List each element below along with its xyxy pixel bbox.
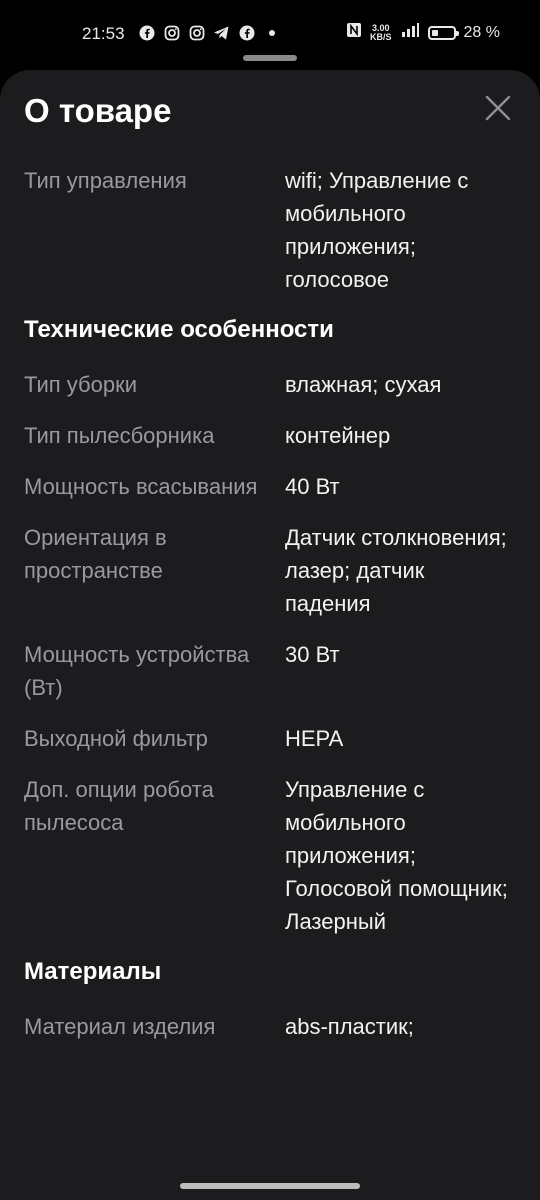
section-title: Материалы (24, 958, 162, 985)
net-speed-unit: KB/S (370, 31, 392, 42)
home-indicator[interactable] (180, 1183, 360, 1189)
attribute-row: Тип пылесборника контейнер (24, 419, 516, 452)
attribute-label: Ориентация в пространстве (24, 525, 167, 583)
telegram-icon (213, 24, 230, 41)
attribute-row: Ориентация в пространстве Датчик столкно… (24, 521, 516, 620)
attribute-label: Выходной фильтр (24, 726, 208, 751)
sheet-title: О товаре (24, 92, 172, 129)
attribute-row: Мощность всасывания 40 Вт (24, 470, 516, 503)
product-info-sheet: О товаре Тип управления wifi; Управление… (0, 70, 540, 1200)
attribute-label: Тип уборки (24, 372, 138, 397)
section-title: Технические особенности (24, 316, 334, 343)
attribute-value: влажная; сухая (285, 372, 442, 397)
battery-text: 28 % (463, 23, 500, 41)
attribute-label: Тип пылесборника (24, 423, 215, 448)
attribute-value: wifi; Управление с мобильного приложения… (285, 168, 469, 292)
instagram-icon (163, 24, 180, 41)
facebook-icon (138, 24, 155, 41)
attributes-list: Тип управления wifi; Управление с мобиль… (24, 164, 516, 1061)
status-time: 21:53 (82, 24, 125, 43)
notification-icons (138, 24, 280, 41)
attribute-value: Управление с мобильного приложения; Голо… (285, 777, 508, 934)
attribute-label: Мощность всасывания (24, 474, 258, 499)
attribute-label: Доп. опции робота пылесоса (24, 777, 214, 835)
attribute-label: Материал изделия (24, 1014, 216, 1039)
battery-icon (427, 25, 459, 40)
sheet-grabber[interactable] (243, 55, 297, 61)
attribute-value: Датчик столкновения; лазер; датчик паден… (285, 525, 507, 616)
dot-icon (263, 24, 280, 41)
attribute-row: Тип уборки влажная; сухая (24, 368, 516, 401)
attribute-label: Тип управления (24, 168, 187, 193)
net-speed: 3.00 KB/S (370, 23, 392, 42)
status-bar: 21:53 3.00 KB/S 28 % (0, 0, 540, 70)
attribute-value: 30 Вт (285, 642, 340, 667)
attribute-row: Тип управления wifi; Управление с мобиль… (24, 164, 516, 296)
close-button[interactable] (480, 90, 516, 126)
attribute-value: abs-пластик; (285, 1014, 414, 1039)
attribute-value: контейнер (285, 423, 391, 448)
attribute-row: Выходной фильтр HEPA (24, 722, 516, 755)
attribute-value: 40 Вт (285, 474, 340, 499)
close-icon (485, 95, 511, 121)
attribute-label: Мощность устройства (Вт) (24, 642, 250, 700)
signal-icon (400, 22, 420, 43)
nfc-icon (346, 22, 362, 43)
attribute-value: HEPA (285, 726, 344, 751)
attribute-row: Доп. опции робота пылесоса Управление с … (24, 773, 516, 938)
status-right: 3.00 KB/S 28 % (346, 22, 500, 43)
instagram-icon (188, 24, 205, 41)
attribute-row: Мощность устройства (Вт) 30 Вт (24, 638, 516, 704)
attribute-row: Материал изделия abs-пластик; (24, 1010, 516, 1043)
facebook-icon (238, 24, 255, 41)
